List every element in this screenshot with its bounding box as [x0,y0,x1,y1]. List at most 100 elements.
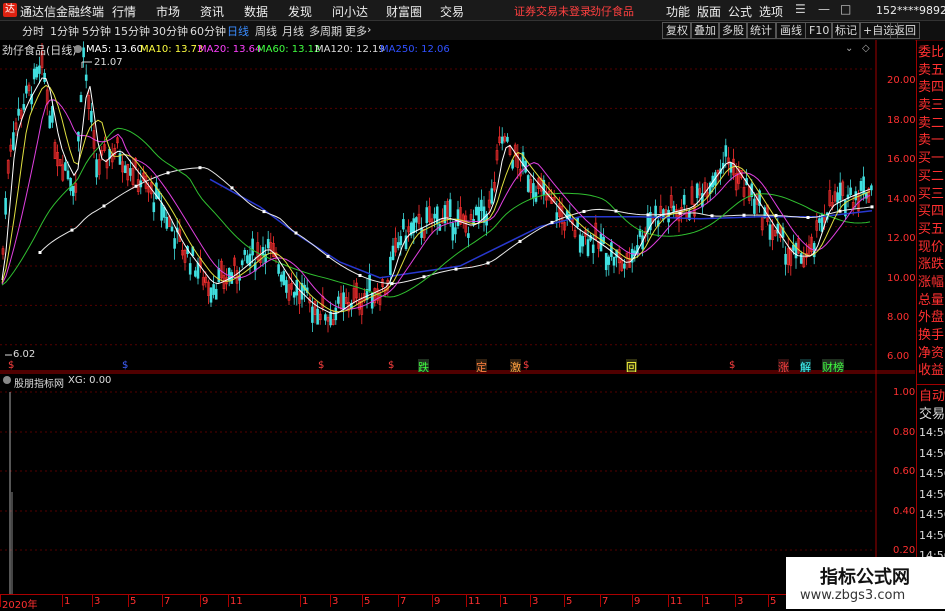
candle-body [581,236,585,247]
candle-body [90,110,93,123]
minimize-icon[interactable]: — [818,2,830,16]
menu-wenxiaoda[interactable]: 问小达 [332,3,368,20]
menu-icon[interactable]: ☰ [795,2,806,16]
candle-body [246,255,249,264]
period-multi[interactable]: 多周期 [309,23,342,39]
ma120-marker [870,205,874,209]
event-marker[interactable]: $ [8,360,14,371]
menu-caifuquan[interactable]: 财富圈 [386,3,422,20]
menu-shichang[interactable]: 市场 [156,3,180,20]
candle-body [849,187,852,195]
ma120-marker [454,267,458,271]
date-tick-mark [466,594,467,607]
event-marker[interactable]: $ [318,360,324,371]
menu-faxian[interactable]: 发现 [288,3,312,20]
candle-body [129,168,132,176]
trade-label[interactable]: 交易 [919,403,945,422]
candle-body [480,199,483,212]
back-button[interactable]: 返回 [890,22,920,39]
event-marker[interactable]: $ [122,360,128,371]
indicator-settings-icon[interactable] [3,376,11,384]
candle-body [412,218,416,233]
candle-body [396,242,400,249]
period-30min[interactable]: 30分钟 [152,23,188,39]
candle-body [454,227,457,235]
candle-body [251,238,254,256]
period-fenshi[interactable]: 分时 [22,23,44,39]
candle-body [38,65,41,74]
date-tick-mark [92,594,93,607]
menu-shuju[interactable]: 数据 [244,3,268,20]
chevron-right-icon[interactable]: › [367,23,371,36]
candle-body [32,68,36,80]
biaoji-button[interactable]: 标记 [831,22,861,39]
indicator-tick: 0.60 [893,466,916,477]
tick-time: 14:56 [919,487,945,501]
candle-body [695,183,699,199]
price-tick: 12.00 [887,233,916,244]
candle-body [337,296,340,304]
trade-status-link[interactable]: 证券交易未登录 [514,3,591,19]
expand-icon[interactable]: ⌄ [845,43,853,54]
period-15min[interactable]: 15分钟 [114,23,150,39]
date-tick-mark [398,594,399,607]
candle-body [784,253,787,265]
panel-divider [916,40,917,609]
candle-body [477,206,481,223]
period-weekly[interactable]: 周线 [255,23,277,39]
fuquan-button[interactable]: 复权 [662,22,692,39]
candle-body [682,194,686,205]
period-1min[interactable]: 1分钟 [50,23,79,39]
event-marker[interactable]: $ [388,360,394,371]
menu-gongshi[interactable]: 公式 [728,3,752,20]
period-daily[interactable]: 日线 [227,23,249,39]
ma120-marker [422,275,426,279]
candle-body [209,287,213,303]
indicator-chart[interactable] [0,372,915,594]
quote-label: 卖四 [918,80,945,96]
settings-dot-icon[interactable] [74,45,82,53]
diejia-button[interactable]: 叠加 [690,22,720,39]
tongji-button[interactable]: 统计 [746,22,776,39]
auto-trade-label[interactable]: 自动 [919,385,945,404]
period-60min[interactable]: 60分钟 [190,23,226,39]
price-tick: 16.00 [887,154,916,165]
candle-body [399,236,403,246]
stock-name-link[interactable]: 劲仔食品 [590,3,634,19]
candle-body [599,233,603,252]
candle-body [77,131,80,142]
candle-body [451,222,455,241]
period-5min[interactable]: 5分钟 [82,23,111,39]
menu-zixun[interactable]: 资讯 [200,3,224,20]
f10-button[interactable]: F10 [805,22,834,39]
duogu-button[interactable]: 多股 [718,22,748,39]
account-label[interactable]: 152****9892 [876,4,945,17]
maximize-icon[interactable]: □ [840,2,851,16]
huaxian-button[interactable]: 画线 [776,22,806,39]
ma120-marker [742,213,746,217]
candle-body [482,206,486,223]
period-more[interactable]: 更多 [345,23,367,39]
restore-icon[interactable]: ◇ [862,43,870,54]
date-tick-mark [668,594,669,607]
period-monthly[interactable]: 月线 [282,23,304,39]
menu-jiaoyi[interactable]: 交易 [440,3,464,20]
kline-chart[interactable] [0,40,915,372]
menu-banmian[interactable]: 版面 [697,3,721,20]
candle-body [854,191,858,201]
ma120-marker [230,186,234,190]
quote-label: 买四 [918,204,945,220]
candle-body [66,170,70,180]
event-marker[interactable]: $ [729,360,735,371]
event-marker[interactable]: $ [523,360,529,371]
indicator-name[interactable]: 股朋指标网 [14,375,64,390]
candle-body [277,264,280,274]
candle-body [194,270,197,277]
tick-time: 14:56 [919,528,945,542]
high-price-label: 21.07 [94,57,123,68]
candle-body [316,308,319,325]
menu-gongneng[interactable]: 功能 [666,3,690,20]
menu-hangqing[interactable]: 行情 [112,3,136,20]
quote-label: 净资 [918,345,945,361]
menu-xuanxiang[interactable]: 选项 [759,3,783,20]
